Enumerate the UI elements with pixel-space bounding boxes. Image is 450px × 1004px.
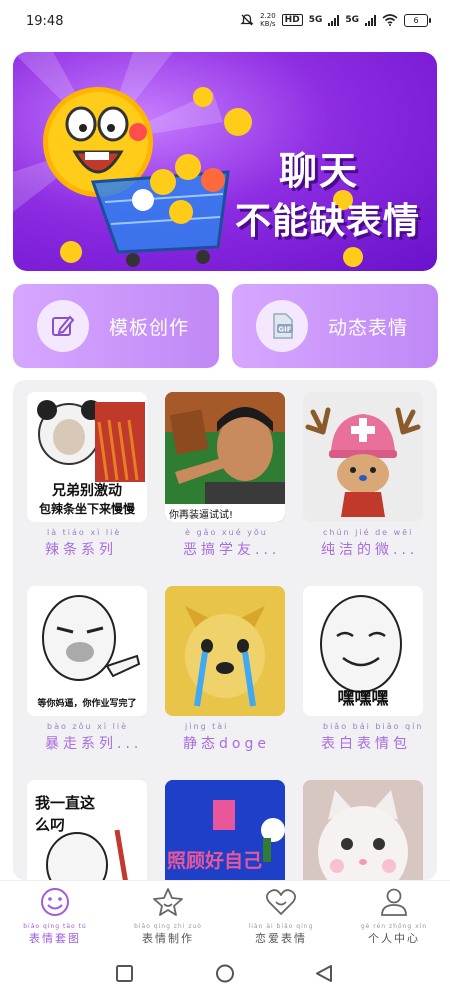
svg-text:GIF: GIF bbox=[278, 326, 291, 334]
grid-item-spoof-xueyou[interactable]: 你再装逼试试! è gǎo xué yǒu 恶搞学友... bbox=[165, 392, 285, 559]
thumb-panda-spicy: 兄弟别激动 包辣条坐下来慢慢 bbox=[27, 392, 147, 522]
thumb-caption-line1: 嘿嘿嘿 bbox=[337, 689, 389, 709]
thumb-caption-line1: 等你妈逼，你作业写完了 bbox=[37, 699, 137, 709]
gif-icon: GIF bbox=[256, 300, 308, 352]
bottom-nav: biǎo qíng tào tú 表情套图 biǎo qíng zhì zuò … bbox=[0, 880, 450, 951]
item-caption: 静态doge bbox=[183, 736, 270, 752]
grid-item-pure-smile[interactable]: chún jié de wēi 纯洁的微... bbox=[303, 392, 423, 559]
item-pinyin: jìng tài bbox=[185, 722, 229, 731]
nav-pinyin: biǎo qíng zhì zuò bbox=[134, 923, 202, 930]
nav-profile[interactable]: gè rén zhōng xīn 个人中心 bbox=[349, 887, 439, 946]
nav-love-emoji[interactable]: liàn ài biǎo qíng 恋爱表情 bbox=[236, 887, 326, 946]
home-button[interactable] bbox=[216, 964, 234, 983]
thumb-xueyou: 你再装逼试试! bbox=[165, 392, 285, 522]
nav-pinyin: gè rén zhōng xīn bbox=[360, 923, 428, 930]
template-create-label: 模板创作 bbox=[109, 316, 190, 339]
emoji-set-grid: 兄弟别激动 包辣条坐下来慢慢 là tiáo xì liè 辣条系列 你再装逼试… bbox=[13, 380, 437, 880]
grid-item-7[interactable]: 我一直这 么叼 bbox=[27, 780, 147, 880]
thumb-so-cool: 我一直这 么叼 bbox=[27, 780, 147, 880]
item-pinyin: è gǎo xué yǒu bbox=[185, 528, 268, 537]
item-pinyin: chún jié de wēi bbox=[323, 528, 414, 537]
thumb-caption-line2: 包辣条坐下来慢慢 bbox=[38, 502, 135, 516]
template-create-button[interactable]: 模板创作 bbox=[13, 284, 219, 368]
item-pinyin: là tiáo xì liè bbox=[47, 528, 122, 537]
item-caption: 表白表情包 bbox=[321, 736, 411, 752]
recents-button[interactable] bbox=[116, 965, 133, 982]
nav-label: 个人中心 bbox=[368, 932, 420, 945]
edit-icon bbox=[37, 300, 89, 352]
nav-label: 恋爱表情 bbox=[255, 932, 307, 945]
mute-icon bbox=[240, 14, 254, 26]
system-nav-bar bbox=[0, 950, 450, 1000]
grid-item-9[interactable] bbox=[303, 780, 423, 880]
nav-pinyin: biǎo qíng tào tú bbox=[23, 923, 87, 930]
thumb-heihei: 嘿嘿嘿 bbox=[303, 586, 423, 716]
smile-icon bbox=[41, 888, 69, 916]
net-speed: 2.20 KB/s bbox=[260, 12, 276, 28]
item-caption: 暴走系列... bbox=[45, 736, 143, 752]
thumb-caption-line2: 么叼 bbox=[35, 816, 66, 834]
promo-banner[interactable]: 聊天 不能缺表情 bbox=[13, 52, 437, 271]
battery-icon: 6 bbox=[404, 13, 431, 27]
signal-label-2: 5G bbox=[345, 15, 359, 25]
thumb-caption-line1: 兄弟别激动 bbox=[52, 483, 122, 499]
item-caption: 辣条系列 bbox=[45, 542, 117, 558]
nav-pinyin: liàn ài biǎo qíng bbox=[248, 923, 314, 930]
thumb-caption-line1: 我一直这 bbox=[35, 794, 96, 812]
signal-label-1: 5G bbox=[308, 15, 323, 25]
thumb-take-care: 照顾好自己 bbox=[165, 780, 285, 880]
star-icon bbox=[153, 888, 183, 916]
nav-label: 表情套图 bbox=[29, 932, 81, 945]
gif-emoji-label: 动态表情 bbox=[328, 316, 409, 339]
item-caption: 纯洁的微... bbox=[321, 542, 419, 558]
thumb-caption-line1: 你再装逼试试! bbox=[169, 510, 234, 521]
grid-item-static-doge[interactable]: jìng tài 静态doge bbox=[165, 586, 285, 753]
hd-badge: HD bbox=[281, 14, 303, 26]
thumb-white-cat bbox=[303, 780, 423, 880]
grid-item-spicy-strips[interactable]: 兄弟别激动 包辣条坐下来慢慢 là tiáo xì liè 辣条系列 bbox=[27, 392, 147, 559]
signal-bars-2 bbox=[365, 14, 376, 26]
back-button[interactable] bbox=[316, 965, 332, 982]
nav-label: 表情制作 bbox=[142, 932, 194, 945]
thumb-chopper bbox=[303, 392, 423, 522]
thumb-rage-face: 等你妈逼，你作业写完了 bbox=[27, 586, 147, 716]
thumb-caption-line1: 照顾好自己 bbox=[167, 850, 263, 872]
status-icons: 2.20 KB/s HD 5G 5G 6 bbox=[240, 12, 431, 28]
grid-item-confession[interactable]: 嘿嘿嘿 biǎo bái biǎo qíng bāo 表白表情包 bbox=[303, 586, 423, 753]
status-time: 19:48 bbox=[26, 14, 64, 29]
banner-title-line2: 不能缺表情 bbox=[235, 200, 421, 242]
wifi-icon bbox=[382, 14, 398, 26]
status-bar: 19:48 2.20 KB/s HD 5G 5G 6 bbox=[0, 0, 450, 44]
signal-bars-1 bbox=[328, 14, 340, 26]
item-pinyin: biǎo bái biǎo qíng bāo bbox=[323, 722, 423, 731]
thumb-doge bbox=[165, 586, 285, 716]
person-icon bbox=[381, 888, 407, 916]
grid-item-8[interactable]: 照顾好自己 bbox=[165, 780, 285, 880]
heart-icon bbox=[266, 889, 296, 915]
item-caption: 恶搞学友... bbox=[183, 542, 281, 558]
grid-item-rage-series[interactable]: 等你妈逼，你作业写完了 bào zǒu xì liè 暴走系列... bbox=[27, 586, 147, 753]
nav-emoji-sets[interactable]: biǎo qíng tào tú 表情套图 bbox=[10, 887, 100, 946]
item-pinyin: bào zǒu xì liè bbox=[47, 722, 128, 731]
banner-title-line1: 聊天 bbox=[279, 148, 360, 193]
gif-emoji-button[interactable]: GIF 动态表情 bbox=[232, 284, 438, 368]
nav-emoji-make[interactable]: biǎo qíng zhì zuò 表情制作 bbox=[123, 887, 213, 946]
